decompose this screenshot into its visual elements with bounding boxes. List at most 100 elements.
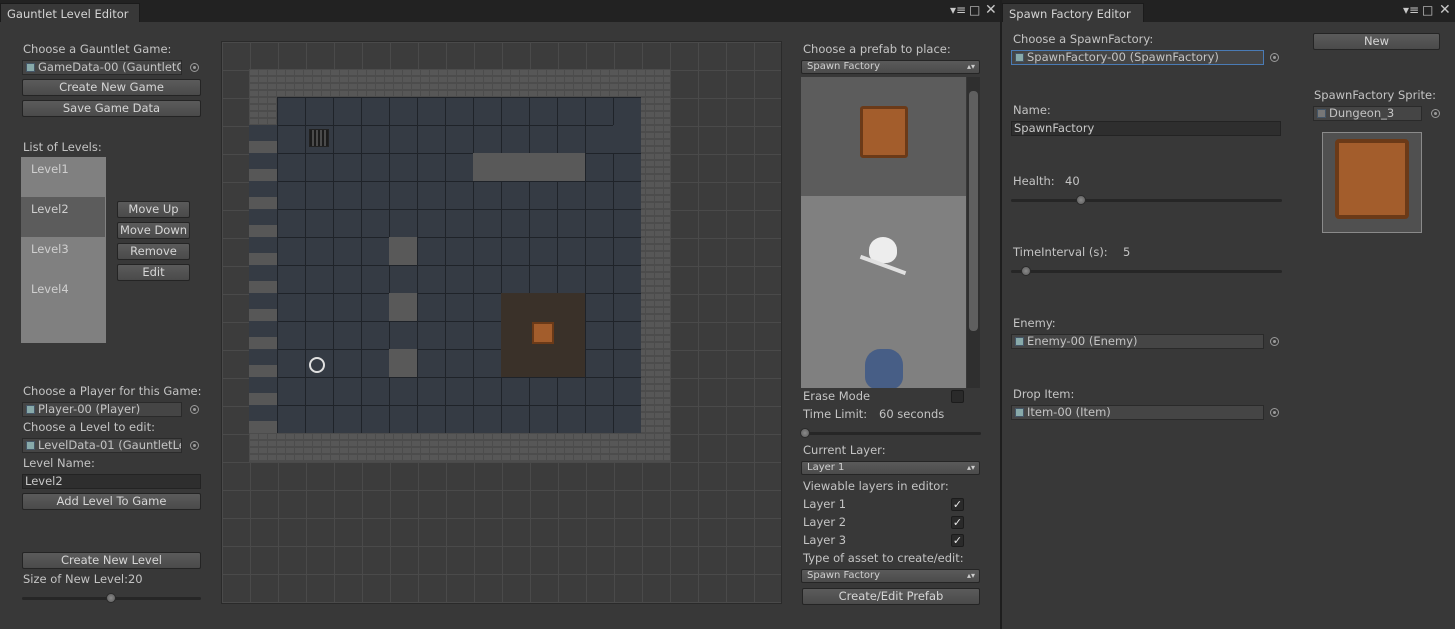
health-slider[interactable] [1011,195,1282,205]
prefab-scrollbar-thumb[interactable] [969,91,978,331]
choose-player-label: Choose a Player for this Game: [23,384,202,398]
create-edit-prefab-button[interactable]: Create/Edit Prefab [802,588,980,605]
choose-level-label: Choose a Level to edit: [23,420,155,434]
level-field-value: LevelData-01 (GauntletLe [38,438,182,452]
new-button[interactable]: New [1313,33,1440,50]
object-picker-icon[interactable] [1270,408,1279,417]
asset-type-dropdown[interactable]: Spawn Factory ▴▾ [801,569,980,583]
sprite-preview[interactable] [1322,132,1422,233]
current-layer-dropdown[interactable]: Layer 1 ▴▾ [801,461,980,475]
health-value: 40 [1065,174,1080,188]
crate-icon[interactable] [532,322,554,344]
object-icon [1015,53,1024,62]
window-menu-icon[interactable]: ▾≡ [950,3,966,17]
layer-1-label: Layer 1 [803,497,847,511]
layer-2-checkbox[interactable]: ✓ [951,516,964,529]
move-up-button[interactable]: Move Up [117,201,190,218]
health-label: Health: [1013,174,1055,188]
window-menu-icon[interactable]: ▾≡ [1403,3,1419,17]
health-slider-knob[interactable] [1076,195,1086,205]
time-interval-value: 5 [1123,245,1131,259]
object-picker-icon[interactable] [1270,53,1279,62]
prefab-scrollbar[interactable] [967,77,980,388]
edit-button[interactable]: Edit [117,264,190,281]
spawn-point-icon[interactable] [309,357,325,373]
layer-1-checkbox[interactable]: ✓ [951,498,964,511]
prefab-palette[interactable] [801,77,966,388]
game-field[interactable]: GameData-00 (GauntletG [22,60,182,75]
object-picker-icon[interactable] [1270,337,1279,346]
drop-item-field-value: Item-00 (Item) [1027,405,1111,419]
time-interval-slider-knob[interactable] [1021,266,1031,276]
add-level-to-game-button[interactable]: Add Level To Game [22,493,201,510]
object-picker-icon[interactable] [190,441,199,450]
level-list[interactable]: Level1 Level2 Level3 Level4 [21,157,106,343]
create-new-game-button[interactable]: Create New Game [22,79,201,96]
prefab-item-crate[interactable] [801,77,966,196]
enemy-field[interactable]: Enemy-00 (Enemy) [1011,334,1264,349]
name-input[interactable]: SpawnFactory [1011,121,1281,136]
close-icon[interactable]: ✕ [1439,3,1451,17]
inner-wall [473,153,585,181]
asset-type-label: Type of asset to create/edit: [803,551,964,565]
sprite-field[interactable]: Dungeon_3 [1313,106,1422,121]
enemy-label: Enemy: [1013,316,1056,330]
level-list-item-selected[interactable]: Level2 [21,197,105,237]
erase-mode-checkbox[interactable] [951,390,964,403]
name-label: Name: [1013,103,1051,117]
drop-item-field[interactable]: Item-00 (Item) [1011,405,1264,420]
time-limit-slider[interactable] [800,428,981,438]
create-new-level-button[interactable]: Create New Level [22,552,201,569]
erase-mode-label: Erase Mode [803,389,871,403]
level-name-label: Level Name: [23,456,95,470]
prefab-item-skull[interactable] [801,197,966,316]
level-grid-canvas[interactable] [221,41,782,604]
object-icon [26,63,35,72]
save-game-data-button[interactable]: Save Game Data [22,100,201,117]
inner-wall [613,125,641,153]
size-slider[interactable] [22,593,201,603]
prefab-dropdown[interactable]: Spawn Factory ▴▾ [801,60,980,74]
time-limit-value: 60 seconds [879,407,945,421]
player-field[interactable]: Player-00 (Player) [22,402,182,417]
object-picker-icon[interactable] [190,405,199,414]
tab-bar [0,0,1000,22]
level-list-item[interactable]: Level1 [21,157,105,197]
layer-2-label: Layer 2 [803,515,847,529]
time-limit-slider-knob[interactable] [800,428,810,438]
spawn-factory-editor-window: Spawn Factory Editor ▾≡ □ ✕ Choose a Spa… [1002,0,1455,629]
object-picker-icon[interactable] [190,63,199,72]
size-slider-knob[interactable] [106,593,116,603]
prefab-item-pot[interactable] [801,317,966,388]
tab-spawn-factory-editor[interactable]: Spawn Factory Editor [1002,3,1144,22]
object-picker-icon[interactable] [1431,109,1440,118]
object-icon [1015,337,1024,346]
object-icon [1015,408,1024,417]
level-name-input[interactable]: Level2 [22,474,201,489]
close-icon[interactable]: ✕ [985,3,997,17]
level-list-item[interactable]: Level4 [21,277,105,317]
chevron-down-icon: ▴▾ [966,571,975,580]
list-of-levels-label: List of Levels: [23,140,102,154]
crate-icon [860,106,908,158]
object-icon [1317,109,1326,118]
drop-item-label: Drop Item: [1013,387,1075,401]
maximize-icon[interactable]: □ [1422,3,1433,17]
size-of-new-level-label: Size of New Level:20 [23,572,143,586]
chevron-down-icon: ▴▾ [966,62,975,71]
sprite-label: SpawnFactory Sprite: [1314,88,1436,102]
level-field[interactable]: LevelData-01 (GauntletLe [22,438,182,453]
grate-icon[interactable] [309,129,329,147]
dungeon-map[interactable] [249,69,670,462]
tab-gauntlet-level-editor[interactable]: Gauntlet Level Editor [0,3,140,22]
player-field-value: Player-00 (Player) [38,402,141,416]
asset-type-value: Spawn Factory [807,570,881,581]
layer-3-checkbox[interactable]: ✓ [951,534,964,547]
spawnfactory-field[interactable]: SpawnFactory-00 (SpawnFactory) [1011,50,1264,65]
time-limit-label: Time Limit: [803,407,868,421]
level-list-item[interactable]: Level3 [21,237,105,277]
move-down-button[interactable]: Move Down [117,222,190,239]
maximize-icon[interactable]: □ [969,3,980,17]
time-interval-slider[interactable] [1011,266,1282,276]
remove-button[interactable]: Remove [117,243,190,260]
